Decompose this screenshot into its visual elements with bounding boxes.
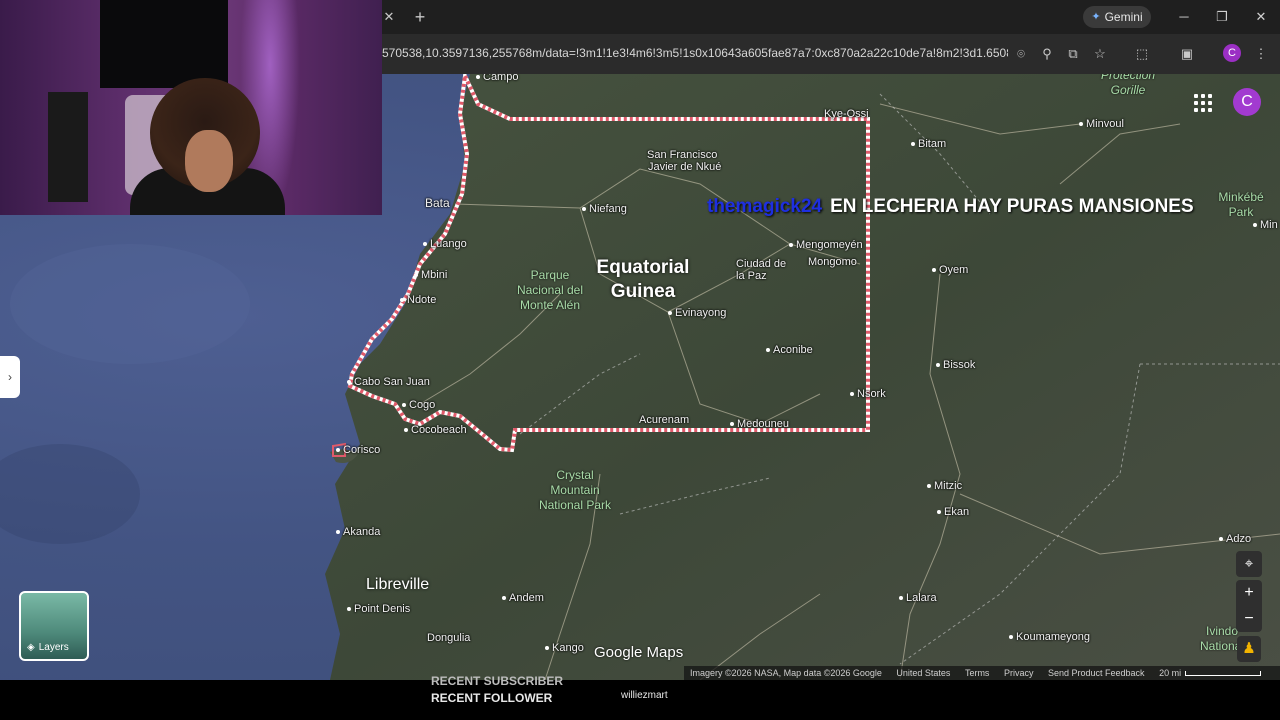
privacy-link[interactable]: Privacy [1004, 668, 1034, 678]
place-label[interactable]: Cogo [402, 399, 435, 411]
zoom-out-button[interactable]: − [1236, 606, 1262, 632]
place-label[interactable]: Cabo San Juan [347, 376, 430, 388]
park-label[interactable]: Minkébé Park [1206, 190, 1276, 220]
layers-icon: ◈ [27, 642, 35, 653]
gemini-button[interactable]: ✦ Gemini [1083, 6, 1151, 28]
google-maps-logo: Google Maps [594, 644, 684, 661]
side-panel-icon[interactable]: ▣ [1178, 45, 1196, 63]
place-label[interactable]: Mitzic [927, 480, 962, 492]
stream-chat-overlay: themagick24 EN LECHERIA HAY PURAS MANSION… [707, 196, 1194, 218]
place-label[interactable]: Kye-Ossi [824, 108, 869, 120]
place-label[interactable]: Cocobeach [404, 424, 467, 436]
place-label[interactable]: Campo [476, 74, 518, 83]
place-label[interactable]: Bata [425, 196, 450, 210]
install-app-icon[interactable]: ⧉ [1064, 45, 1082, 63]
feedback-link[interactable]: Send Product Feedback [1048, 668, 1145, 678]
location-pin-icon[interactable]: ⌾ [1012, 45, 1030, 63]
new-tab-button[interactable]: + [410, 6, 430, 28]
place-label[interactable]: Ndote [400, 294, 436, 306]
place-label[interactable]: San Francisco [647, 149, 717, 161]
expand-side-panel-button[interactable]: › [0, 356, 20, 398]
recent-subscriber-label: RECENT SUBSCRIBER [431, 674, 564, 688]
zoom-in-button[interactable]: + [1236, 580, 1262, 606]
streamer-face [185, 130, 233, 192]
layers-label: Layers [38, 642, 69, 653]
place-label[interactable]: Ciudad de la Paz [736, 258, 796, 282]
background-tv [100, 0, 228, 88]
scale-bar [1185, 671, 1262, 677]
background-keyboard [48, 92, 88, 202]
park-label[interactable]: Crystal Mountain National Park [534, 468, 616, 513]
chat-message: EN LECHERIA HAY PURAS MANSIONES [830, 196, 1194, 217]
scale-label[interactable]: 20 mi [1159, 668, 1181, 678]
country-label[interactable]: Equatorial Guinea [588, 256, 698, 304]
park-label[interactable]: Parque Nacional del Monte Alén [512, 268, 588, 313]
region-link[interactable]: United States [896, 668, 950, 678]
chat-username: themagick24 [707, 196, 823, 217]
place-label[interactable]: Lalara [899, 592, 937, 604]
place-label[interactable]: Niefang [582, 203, 627, 215]
place-label[interactable]: Point Denis [347, 603, 410, 615]
gemini-label: Gemini [1104, 10, 1143, 24]
place-label[interactable]: Nsork [850, 388, 886, 400]
gemini-sparkle-icon: ✦ [1091, 11, 1101, 23]
place-label[interactable]: Corisco [336, 444, 380, 456]
layers-label-wrap: ◈ Layers [27, 642, 69, 653]
place-label[interactable]: Aconibe [766, 344, 813, 356]
place-label[interactable]: Bissok [936, 359, 975, 371]
my-location-button[interactable]: ⌖ [1236, 551, 1262, 577]
zoom-controls: + − [1236, 580, 1262, 632]
chevron-right-icon: › [8, 370, 12, 384]
imagery-credit: Imagery ©2026 NASA, Map data ©2026 Googl… [690, 668, 882, 678]
layers-button[interactable]: ◈ Layers [19, 591, 89, 661]
extensions-icon[interactable]: ⬚ [1133, 45, 1151, 63]
place-label[interactable]: Luango [423, 238, 467, 250]
restore-button[interactable]: ❐ [1208, 6, 1236, 28]
place-label[interactable]: Mbini [414, 269, 447, 281]
apps-grid-icon[interactable] [1194, 94, 1212, 112]
minimize-button[interactable]: ─ [1170, 6, 1198, 28]
profile-avatar[interactable]: C [1223, 44, 1241, 62]
crosshair-icon: ⌖ [1244, 555, 1254, 572]
place-label[interactable]: Min [1253, 219, 1278, 231]
place-label[interactable]: Oyem [932, 264, 968, 276]
zoom-icon[interactable]: ⚲ [1038, 45, 1056, 63]
place-label[interactable]: Medouneu [730, 418, 789, 430]
place-label[interactable]: Bitam [911, 138, 946, 150]
place-label[interactable]: Kango [545, 642, 584, 654]
more-menu-icon[interactable]: ⋮ [1252, 45, 1270, 63]
bookmark-star-icon[interactable]: ☆ [1091, 45, 1109, 63]
place-label[interactable]: Libreville [366, 576, 429, 594]
park-label[interactable]: Protection Gorille [1096, 74, 1160, 98]
place-label[interactable]: Adzo [1219, 533, 1251, 545]
place-label[interactable]: Akanda [336, 526, 380, 538]
webcam-overlay [0, 0, 382, 215]
place-label[interactable]: Javier de Nkué [648, 161, 721, 173]
map-attribution-bar: Imagery ©2026 NASA, Map data ©2026 Googl… [684, 666, 1280, 680]
place-label[interactable]: Koumameyong [1009, 631, 1090, 643]
terms-link[interactable]: Terms [965, 668, 990, 678]
stream-bottom-bar: RECENT SUBSCRIBER RECENT FOLLOWER willie… [0, 674, 1280, 720]
pegman-street-view-button[interactable]: ♟ [1237, 636, 1261, 662]
close-window-button[interactable]: ✕ [1247, 6, 1275, 28]
recent-follower-name: williezmart [621, 690, 668, 701]
recent-follower-label: RECENT FOLLOWER [431, 691, 553, 705]
place-label[interactable]: Mongomo [808, 256, 857, 268]
place-label[interactable]: Ekan [937, 506, 969, 518]
close-tab-icon[interactable]: ✕ [380, 8, 398, 26]
place-label[interactable]: Minvoul [1079, 118, 1124, 130]
place-label[interactable]: Mengomeyén [789, 239, 863, 251]
place-label[interactable]: Dongulia [427, 632, 470, 644]
place-label[interactable]: Acurenam [639, 414, 689, 426]
url-field[interactable]: 570538,10.3597136,255768m/data=!3m1!1e3!… [382, 46, 1008, 62]
account-avatar[interactable]: C [1233, 88, 1261, 116]
pegman-icon: ♟ [1242, 640, 1256, 657]
place-label[interactable]: Evinayong [668, 307, 726, 319]
place-label[interactable]: Andem [502, 592, 544, 604]
